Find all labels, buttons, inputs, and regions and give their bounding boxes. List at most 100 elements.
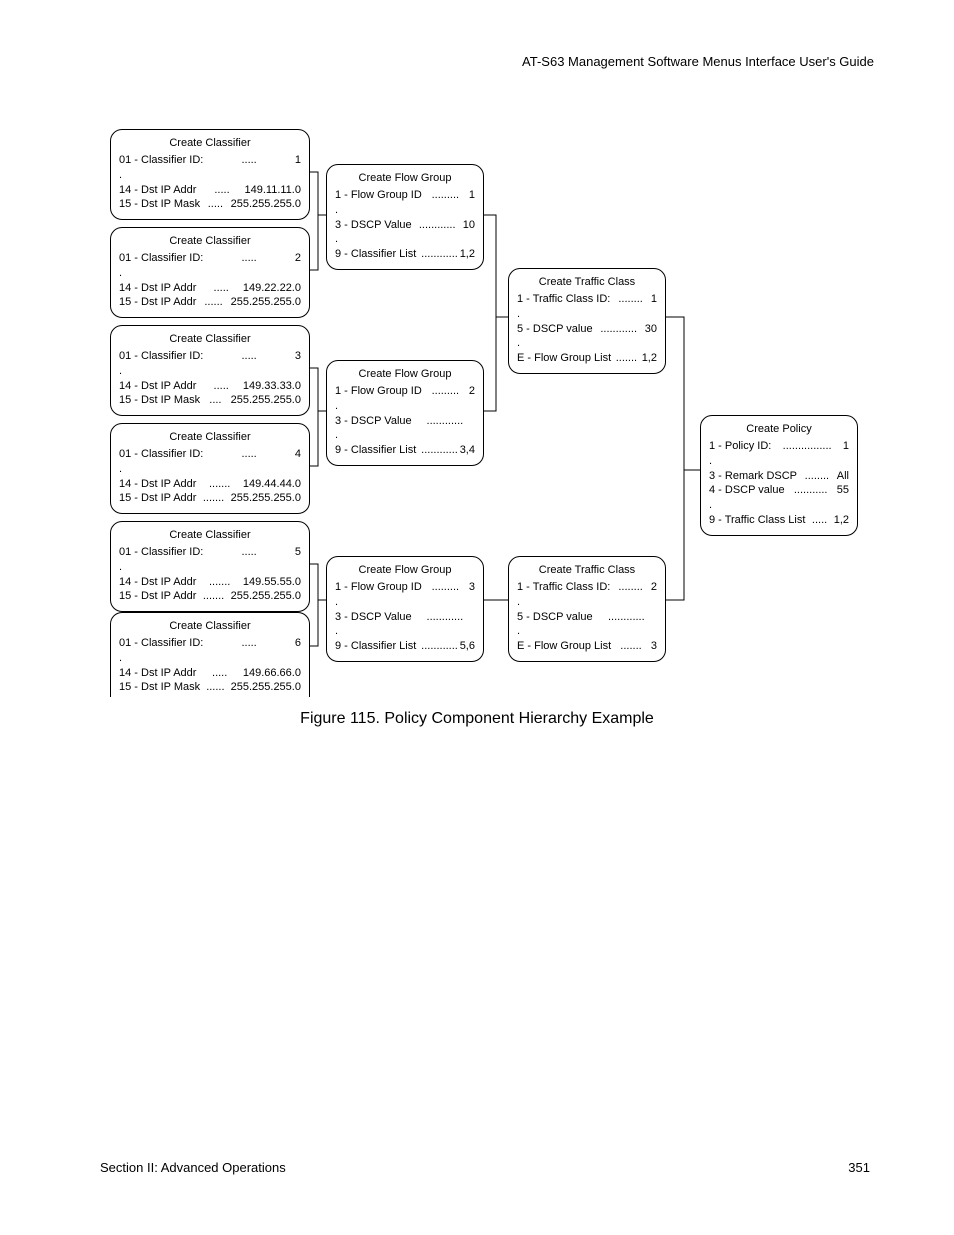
figure-caption: Figure 115. Policy Component Hierarchy E… <box>0 710 954 728</box>
addr-label: 14 - Dst IP Addr <box>119 379 196 394</box>
dscp-val: 10 <box>463 218 475 233</box>
addr-label: 14 - Dst IP Addr <box>119 477 196 492</box>
id-val: 3 <box>469 580 475 595</box>
mask-val: 255.255.255.0 <box>231 589 301 604</box>
list-label: E - Flow Group List <box>517 351 611 366</box>
flowgroup-box-2: Create Flow Group 1 - Flow Group ID ....… <box>326 360 484 466</box>
classifier-box-3: Create Classifier 01 - Classifier ID: ..… <box>110 325 310 416</box>
list-label: 9 - Classifier List <box>335 247 416 262</box>
addr-val: 149.55.55.0 <box>243 575 301 590</box>
box-title: Create Flow Group <box>335 563 475 578</box>
id-label: 01 - Classifier ID: <box>119 251 203 266</box>
id-val: 2 <box>295 251 301 266</box>
mask-val: 255.255.255.0 <box>231 197 301 212</box>
id-label: 01 - Classifier ID: <box>119 545 203 560</box>
mask-label: 15 - Dst IP Addr <box>119 491 196 506</box>
box-title: Create Classifier <box>119 528 301 543</box>
flowgroup-box-1: Create Flow Group 1 - Flow Group ID ....… <box>326 164 484 270</box>
addr-label: 14 - Dst IP Addr <box>119 183 196 198</box>
classifier-box-1: Create Classifier 01 - Classifier ID: ..… <box>110 129 310 220</box>
list-label: 9 - Traffic Class List <box>709 513 805 528</box>
list-label: 9 - Classifier List <box>335 639 416 654</box>
id-label: 01 - Classifier ID: <box>119 349 203 364</box>
id-val: 3 <box>295 349 301 364</box>
dscp-label: 5 - DSCP value <box>517 610 593 625</box>
addr-val: 149.22.22.0 <box>243 281 301 296</box>
id-val: 1 <box>469 188 475 203</box>
id-val: 1 <box>651 292 657 307</box>
mask-val: 255.255.255.0 <box>231 393 301 408</box>
id-val: 4 <box>295 447 301 462</box>
id-label: 1 - Traffic Class ID: <box>517 292 610 307</box>
id-val: 1 <box>295 153 301 168</box>
id-label: 1 - Flow Group ID <box>335 580 422 595</box>
box-title: Create Flow Group <box>335 367 475 382</box>
id-val: 5 <box>295 545 301 560</box>
id-val: 2 <box>469 384 475 399</box>
addr-val: 149.33.33.0 <box>243 379 301 394</box>
list-val: 1,2 <box>460 247 475 262</box>
traffic-box-1: Create Traffic Class 1 - Traffic Class I… <box>508 268 666 374</box>
mask-label: 15 - Dst IP Mask <box>119 197 200 212</box>
dscp-val: 30 <box>645 322 657 337</box>
list-val: 1,2 <box>834 513 849 528</box>
id-label: 1 - Flow Group ID <box>335 188 422 203</box>
box-title: Create Traffic Class <box>517 563 657 578</box>
id-label: 1 - Flow Group ID <box>335 384 422 399</box>
box-title: Create Classifier <box>119 234 301 249</box>
remark-label: 3 - Remark DSCP <box>709 469 797 484</box>
dscp-label: 3 - DSCP Value <box>335 218 412 233</box>
dscp-label: 3 - DSCP Value <box>335 610 412 625</box>
box-title: Create Classifier <box>119 332 301 347</box>
mask-label: 15 - Dst IP Mask <box>119 680 200 695</box>
classifier-box-2: Create Classifier 01 - Classifier ID: ..… <box>110 227 310 318</box>
list-val: 3,4 <box>460 443 475 458</box>
id-val: 1 <box>843 439 849 454</box>
mask-val: 255.255.255.0 <box>231 295 301 310</box>
addr-label: 14 - Dst IP Addr <box>119 281 196 296</box>
id-label: 01 - Classifier ID: <box>119 636 203 651</box>
addr-val: 149.11.11.0 <box>245 183 301 198</box>
box-title: Create Classifier <box>119 430 301 445</box>
addr-val: 149.44.44.0 <box>243 477 301 492</box>
mask-val: 255.255.255.0 <box>231 491 301 506</box>
mask-label: 15 - Dst IP Mask <box>119 393 200 408</box>
remark-val: All <box>837 469 849 484</box>
box-title: Create Flow Group <box>335 171 475 186</box>
classifier-box-6: Create Classifier 01 - Classifier ID: ..… <box>110 612 310 697</box>
mask-val: 255.255.255.0 <box>231 680 301 695</box>
traffic-box-2: Create Traffic Class 1 - Traffic Class I… <box>508 556 666 662</box>
addr-label: 14 - Dst IP Addr <box>119 666 196 681</box>
id-label: 1 - Traffic Class ID: <box>517 580 610 595</box>
dscp-label: 4 - DSCP value <box>709 483 785 498</box>
mask-label: 15 - Dst IP Addr <box>119 589 196 604</box>
footer-page-number: 351 <box>848 1160 870 1175</box>
id-val: 6 <box>295 636 301 651</box>
dscp-label: 3 - DSCP Value <box>335 414 412 429</box>
list-label: 9 - Classifier List <box>335 443 416 458</box>
dscp-val: 55 <box>837 483 849 498</box>
box-title: Create Classifier <box>119 619 301 634</box>
id-val: 2 <box>651 580 657 595</box>
addr-label: 14 - Dst IP Addr <box>119 575 196 590</box>
flowgroup-box-3: Create Flow Group 1 - Flow Group ID ....… <box>326 556 484 662</box>
id-label: 01 - Classifier ID: <box>119 153 203 168</box>
list-val: 5,6 <box>460 639 475 654</box>
page-header: AT-S63 Management Software Menus Interfa… <box>522 54 874 69</box>
mask-label: 15 - Dst IP Addr <box>119 295 196 310</box>
classifier-box-5: Create Classifier 01 - Classifier ID: ..… <box>110 521 310 612</box>
dscp-label: 5 - DSCP value <box>517 322 593 337</box>
addr-val: 149.66.66.0 <box>243 666 301 681</box>
classifier-box-4: Create Classifier 01 - Classifier ID: ..… <box>110 423 310 514</box>
list-val: 1,2 <box>642 351 657 366</box>
id-label: 1 - Policy ID: <box>709 439 771 454</box>
list-val: 3 <box>651 639 657 654</box>
document-page: AT-S63 Management Software Menus Interfa… <box>0 0 954 1235</box>
id-label: 01 - Classifier ID: <box>119 447 203 462</box>
box-title: Create Policy <box>709 422 849 437</box>
footer-section: Section II: Advanced Operations <box>100 1160 286 1175</box>
box-title: Create Traffic Class <box>517 275 657 290</box>
box-title: Create Classifier <box>119 136 301 151</box>
list-label: E - Flow Group List <box>517 639 611 654</box>
policy-box: Create Policy 1 - Policy ID: ...........… <box>700 415 858 536</box>
